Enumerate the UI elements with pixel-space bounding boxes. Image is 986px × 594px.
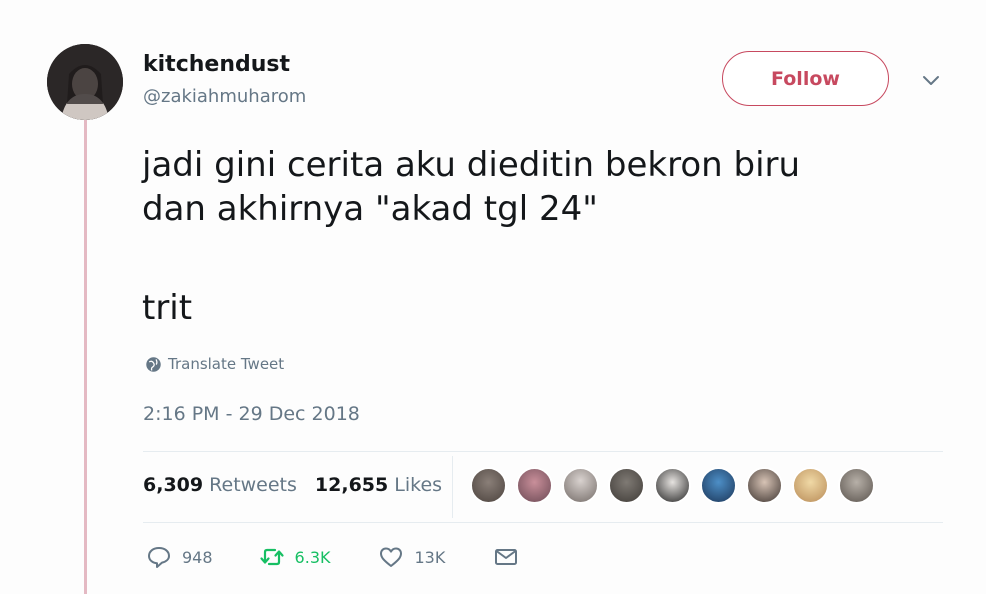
divider — [143, 451, 943, 452]
tweet-stats: 6,309 Retweets 12,655 Likes — [143, 474, 442, 496]
liker-avatar[interactable] — [838, 467, 875, 504]
tweet-card: kitchendust @zakiahmuharom Follow jadi g… — [0, 0, 986, 594]
liker-avatars — [470, 467, 875, 504]
direct-message-button[interactable] — [493, 544, 519, 570]
tweet-timestamp[interactable]: 2:16 PM - 29 Dec 2018 — [143, 403, 360, 425]
liker-avatar[interactable] — [470, 467, 507, 504]
thread-line — [84, 120, 87, 594]
retweets-count: 6,309 — [143, 474, 204, 496]
likes-label: Likes — [394, 474, 443, 496]
reply-icon — [148, 547, 170, 568]
display-name[interactable]: kitchendust — [143, 52, 290, 77]
liker-avatar[interactable] — [516, 467, 553, 504]
tweet-text-line: jadi gini cerita aku dieditin bekron bir… — [142, 145, 801, 185]
user-handle[interactable]: @zakiahmuharom — [143, 86, 306, 107]
retweets-label: Retweets — [209, 474, 297, 496]
liker-avatar[interactable] — [700, 467, 737, 504]
retweet-count: 6.3K — [294, 547, 331, 567]
likes-count: 12,655 — [314, 474, 389, 496]
reply-count: 948 — [182, 547, 213, 567]
reply-button[interactable]: 948 — [146, 544, 213, 570]
liker-avatar[interactable] — [608, 467, 645, 504]
liker-avatar[interactable] — [654, 467, 691, 504]
divider — [143, 522, 943, 523]
chevron-down-icon[interactable] — [919, 68, 943, 92]
retweet-icon — [259, 548, 284, 566]
tweet-text-line: dan akhirnya "akad tgl 24" — [142, 189, 598, 229]
retweets-stat[interactable]: 6,309 Retweets — [143, 474, 297, 496]
like-button[interactable]: 13K — [378, 544, 445, 570]
translate-tweet-link[interactable]: Translate Tweet — [145, 355, 284, 373]
liker-avatar[interactable] — [746, 467, 783, 504]
liker-avatar[interactable] — [792, 467, 829, 504]
stats-separator — [452, 456, 453, 518]
liker-avatar[interactable] — [562, 467, 599, 504]
tweet-text-trailing: trit — [142, 288, 193, 328]
retweet-button[interactable]: 6.3K — [259, 544, 331, 570]
follow-button[interactable]: Follow — [722, 51, 889, 106]
like-count: 13K — [414, 547, 446, 567]
globe-icon — [146, 356, 161, 372]
heart-icon — [380, 547, 403, 567]
envelope-icon — [495, 549, 518, 565]
translate-label: Translate Tweet — [168, 355, 285, 373]
avatar[interactable] — [47, 44, 123, 120]
tweet-text: jadi gini cerita aku dieditin bekron bir… — [142, 143, 942, 330]
likes-stat[interactable]: 12,655 Likes — [315, 474, 442, 496]
tweet-actions: 948 6.3K 13K — [146, 544, 519, 570]
